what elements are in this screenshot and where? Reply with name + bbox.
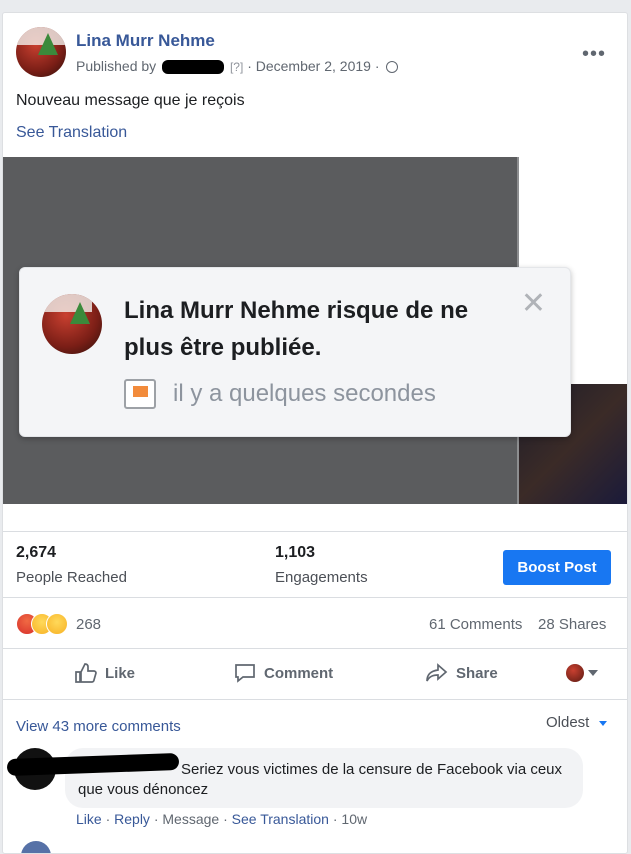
view-more-comments-link[interactable]: View 43 more comments	[16, 718, 181, 735]
post-meta: Published by [?] · December 2, 2019 ·	[76, 58, 399, 75]
comment-actions: Like · Reply · Message · See Translation…	[76, 811, 368, 827]
help-marker[interactable]: [?]	[230, 60, 243, 74]
notification-title: Lina Murr Nehme risque de ne plus être p…	[124, 297, 469, 361]
share-button[interactable]: Share	[426, 663, 498, 683]
ellipsis-icon[interactable]: •••	[582, 43, 606, 66]
post-header: Lina Murr Nehme Published by [?] · Decem…	[16, 27, 616, 87]
notification-avatar	[42, 294, 102, 354]
author-avatar[interactable]	[16, 27, 66, 77]
post-date[interactable]: December 2, 2019	[256, 58, 371, 74]
comment-icon	[235, 664, 255, 683]
meta-separator: ·	[247, 58, 252, 74]
shares-count[interactable]: 28 Shares	[538, 616, 606, 633]
flag-icon	[124, 379, 156, 409]
comment-like-link[interactable]: Like	[76, 811, 102, 827]
reaction-count[interactable]: 268	[76, 616, 101, 633]
divider	[3, 648, 627, 649]
chevron-down-icon[interactable]	[599, 721, 607, 726]
redacted-name	[162, 60, 225, 75]
thumbs-up-icon	[75, 663, 97, 683]
comment-message-link[interactable]: Message	[162, 811, 219, 827]
share-label: Share	[456, 664, 498, 682]
author-name[interactable]: Lina Murr Nehme	[76, 31, 215, 51]
actor-avatar[interactable]	[566, 664, 584, 682]
published-by-label: Published by	[76, 58, 157, 74]
notification-popup: Lina Murr Nehme risque de ne plus être p…	[19, 267, 571, 437]
reached-value: 2,674	[16, 544, 57, 561]
engagements-label: Engagements	[275, 569, 368, 586]
post-image[interactable]: Lina Murr Nehme risque de ne plus être p…	[3, 157, 627, 504]
globe-icon[interactable]	[386, 61, 399, 74]
comments-count[interactable]: 61 Comments	[429, 616, 522, 633]
see-translation-link[interactable]: See Translation	[16, 124, 127, 142]
comment-translation-link[interactable]: See Translation	[232, 811, 329, 827]
reached-label: People Reached	[16, 569, 127, 586]
chevron-down-icon[interactable]	[588, 670, 598, 676]
sad-icon	[46, 613, 68, 635]
post-text: Nouveau message que je reçois	[16, 92, 245, 109]
divider	[3, 597, 627, 598]
comment-button[interactable]: Comment	[234, 663, 333, 683]
comment-label: Comment	[264, 664, 334, 682]
boost-post-button[interactable]: Boost Post	[503, 550, 611, 585]
divider	[3, 699, 627, 700]
divider	[3, 531, 627, 532]
meta-separator-2: ·	[374, 58, 380, 74]
comment-age[interactable]: 10w	[341, 811, 367, 827]
notification-time: il y a quelques secondes	[173, 380, 436, 407]
comment-sort-dropdown[interactable]: Oldest	[546, 714, 589, 731]
close-icon: ✕	[520, 287, 546, 320]
like-label: Like	[105, 664, 136, 682]
engagements-value: 1,103	[275, 544, 316, 561]
like-button[interactable]: Like	[75, 663, 135, 683]
post-card: Lina Murr Nehme Published by [?] · Decem…	[2, 12, 628, 854]
comment-reply-link[interactable]: Reply	[114, 811, 150, 827]
share-icon	[426, 663, 448, 682]
